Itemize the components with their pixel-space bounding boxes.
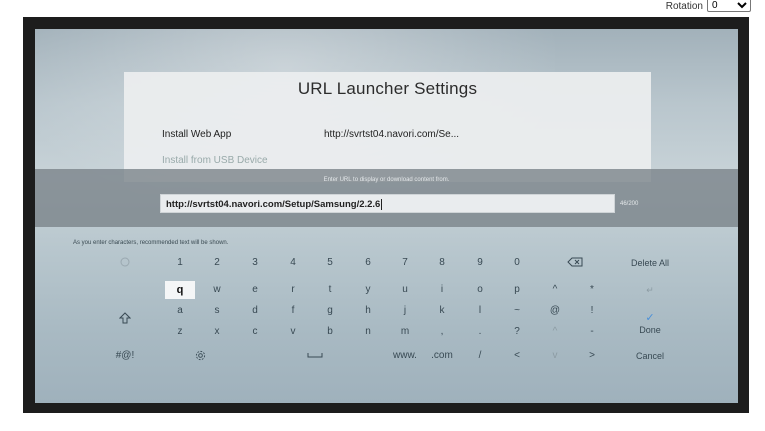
suggestion-note: As you enter characters, recommended tex… — [73, 240, 229, 246]
key[interactable]: . — [465, 323, 495, 341]
cursor-left-key[interactable]: < — [502, 347, 532, 365]
key[interactable]: x — [202, 323, 232, 341]
key[interactable]: ~ — [502, 302, 532, 320]
slash-key[interactable]: / — [465, 347, 495, 365]
key[interactable]: r — [278, 281, 308, 299]
key[interactable]: s — [202, 302, 232, 320]
key[interactable]: 0 — [502, 254, 532, 272]
cancel-button[interactable]: Cancel — [620, 347, 680, 365]
key[interactable]: 2 — [202, 254, 232, 272]
tv-screen: URL Launcher Settings Install Web App ht… — [35, 29, 738, 403]
symbols-key[interactable]: #@! — [110, 347, 140, 365]
key-selected[interactable]: q — [165, 281, 195, 299]
key[interactable]: 7 — [390, 254, 420, 272]
key[interactable]: 4 — [278, 254, 308, 272]
url-hint: Enter URL to display or download content… — [323, 177, 450, 183]
key[interactable]: 6 — [353, 254, 383, 272]
backspace-icon[interactable] — [560, 254, 590, 272]
key[interactable]: v — [278, 323, 308, 341]
tv-frame: URL Launcher Settings Install Web App ht… — [23, 17, 749, 413]
key[interactable]: j — [390, 302, 420, 320]
url-input-band: Enter URL to display or download content… — [35, 169, 738, 227]
key[interactable]: t — [315, 281, 345, 299]
key[interactable]: u — [390, 281, 420, 299]
key[interactable]: y — [353, 281, 383, 299]
cursor-right-key[interactable]: > — [577, 347, 607, 365]
key[interactable]: w — [202, 281, 232, 299]
key[interactable]: o — [465, 281, 495, 299]
onscreen-keyboard: #@! 1 2 3 4 5 6 7 8 9 0 Delete All q w e… — [35, 247, 738, 397]
enter-icon[interactable]: ↵ — [620, 281, 680, 299]
char-counter: 46/200 — [620, 201, 639, 207]
setting-install-web-app[interactable]: Install Web App http://svrtst04.navori.c… — [162, 129, 459, 140]
mic-icon[interactable] — [110, 254, 140, 272]
rotation-select[interactable]: 0 — [707, 0, 751, 12]
setting-label: Install Web App — [162, 129, 232, 140]
key[interactable]: m — [390, 323, 420, 341]
setting-install-usb[interactable]: Install from USB Device — [162, 155, 268, 166]
com-key[interactable]: .com — [427, 347, 457, 365]
key[interactable]: - — [577, 323, 607, 341]
delete-all-button[interactable]: Delete All — [620, 254, 680, 272]
key[interactable]: @ — [540, 302, 570, 320]
settings-gear-icon[interactable] — [185, 347, 215, 365]
rotation-control: Rotation 0 — [666, 0, 751, 12]
key[interactable]: 5 — [315, 254, 345, 272]
key[interactable]: i — [427, 281, 457, 299]
cursor-down-key[interactable]: v — [540, 347, 570, 365]
key[interactable]: e — [240, 281, 270, 299]
key[interactable]: ! — [577, 302, 607, 320]
key[interactable]: 9 — [465, 254, 495, 272]
key[interactable]: p — [502, 281, 532, 299]
key[interactable]: l — [465, 302, 495, 320]
rotation-label: Rotation — [665, 0, 703, 12]
key[interactable]: k — [427, 302, 457, 320]
key[interactable]: ^ — [540, 281, 570, 299]
key[interactable]: 1 — [165, 254, 195, 272]
key[interactable]: 8 — [427, 254, 457, 272]
key[interactable]: d — [240, 302, 270, 320]
key[interactable]: b — [315, 323, 345, 341]
key[interactable]: a — [165, 302, 195, 320]
key[interactable]: , — [427, 323, 457, 341]
setting-label: Install from USB Device — [162, 155, 268, 166]
key[interactable]: c — [240, 323, 270, 341]
key[interactable]: z — [165, 323, 195, 341]
url-input[interactable]: http://svrtst04.navori.com/Setup/Samsung… — [160, 194, 615, 213]
url-input-value: http://svrtst04.navori.com/Setup/Samsung… — [166, 199, 381, 211]
done-button[interactable]: Done — [620, 321, 680, 339]
shift-icon[interactable] — [110, 310, 140, 328]
setting-value: http://svrtst04.navori.com/Se... — [324, 129, 460, 140]
key[interactable]: ^ — [540, 323, 570, 341]
key[interactable]: ? — [502, 323, 532, 341]
key[interactable]: f — [278, 302, 308, 320]
dialog-title: URL Launcher Settings — [297, 79, 478, 98]
key[interactable]: h — [353, 302, 383, 320]
key[interactable]: 3 — [240, 254, 270, 272]
settings-dialog: URL Launcher Settings Install Web App ht… — [124, 72, 651, 182]
key[interactable]: g — [315, 302, 345, 320]
text-caret — [381, 199, 383, 210]
key[interactable]: n — [353, 323, 383, 341]
www-key[interactable]: www. — [390, 347, 420, 365]
key[interactable]: * — [577, 281, 607, 299]
space-bar[interactable] — [300, 347, 330, 365]
